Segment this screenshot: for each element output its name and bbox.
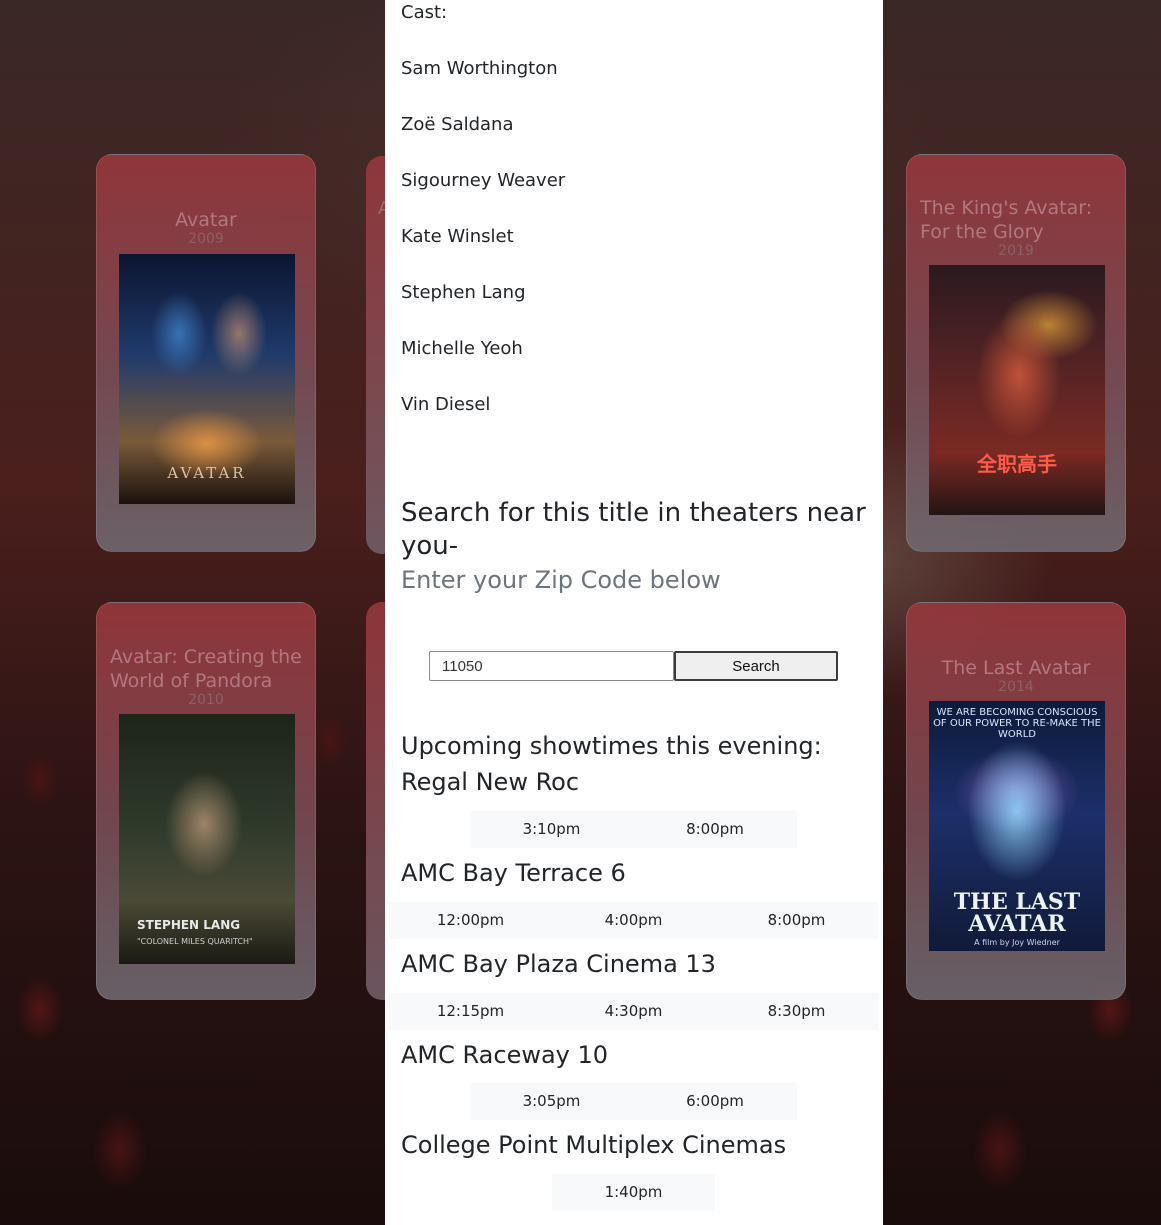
theater-name: AMC Bay Plaza Cinema 13 xyxy=(401,950,716,978)
theater-name: Regal New Roc xyxy=(401,768,580,796)
cast-member: Michelle Yeoh xyxy=(401,338,523,359)
showtime-button[interactable]: 6:00pm xyxy=(633,1083,797,1120)
movie-poster-image[interactable]: STEPHEN LANG "COLONEL MILES QUARITCH" xyxy=(119,714,295,964)
movie-card-year: 2010 xyxy=(188,692,224,708)
theater-name: College Point Multiplex Cinemas xyxy=(401,1131,787,1159)
search-button[interactable]: Search xyxy=(674,651,838,681)
poster-title-text: AVATAR xyxy=(167,464,247,482)
poster-tagline-text: WE ARE BECOMING CONSCIOUS OF OUR POWER T… xyxy=(933,707,1101,740)
movie-card-year: 2019 xyxy=(998,243,1034,259)
movie-card-year: 2009 xyxy=(188,231,224,247)
movie-card-avatar[interactable]: Avatar 2009 AVATAR xyxy=(96,154,316,552)
movie-card-title: Avatar xyxy=(175,209,237,231)
movie-card-title: Avatar: Creating the World of Pandora xyxy=(110,646,302,692)
movie-card-title: The Last Avatar xyxy=(941,657,1091,679)
cast-member: Kate Winslet xyxy=(401,226,514,247)
movie-poster-image[interactable]: AVATAR xyxy=(119,254,295,504)
showtime-button[interactable]: 3:05pm xyxy=(470,1083,633,1120)
movie-card-title: The King's Avatar: For the Glory xyxy=(920,197,1093,243)
showtime-button[interactable]: 12:15pm xyxy=(389,993,552,1030)
zip-code-input[interactable] xyxy=(429,651,674,681)
movie-detail-modal: Cast: Sam Worthington Zoë Saldana Sigour… xyxy=(385,0,883,1225)
movie-card-kings-avatar[interactable]: The King's Avatar: For the Glory 2019 全职… xyxy=(906,154,1126,552)
theater-name: AMC Bay Terrace 6 xyxy=(401,859,626,887)
zip-code-prompt: Enter your Zip Code below xyxy=(401,566,721,594)
poster-subtitle-text: "COLONEL MILES QUARITCH" xyxy=(137,937,253,946)
showtime-button[interactable]: 4:00pm xyxy=(552,902,715,939)
cast-member: Stephen Lang xyxy=(401,282,526,303)
cast-member: Sigourney Weaver xyxy=(401,170,566,191)
cast-member: Sam Worthington xyxy=(401,58,558,79)
showtime-button[interactable]: 3:10pm xyxy=(470,811,633,848)
poster-title-text: THE LAST AVATAR xyxy=(953,889,1081,937)
movie-poster-image[interactable]: 全职高手 xyxy=(929,265,1105,515)
theater-name: AMC Raceway 10 xyxy=(401,1041,609,1069)
showtimes-heading: Upcoming showtimes this evening: xyxy=(401,732,822,760)
theater-search-heading: Search for this title in theaters near y… xyxy=(401,498,866,561)
cast-member: Zoë Saldana xyxy=(401,114,514,135)
poster-title-text: STEPHEN LANG xyxy=(137,918,241,932)
showtime-button[interactable]: 1:40pm xyxy=(552,1174,715,1211)
cast-member: Vin Diesel xyxy=(401,394,491,415)
cast-label: Cast: xyxy=(401,2,448,23)
showtime-button[interactable]: 4:30pm xyxy=(552,993,715,1030)
showtime-button[interactable]: 8:00pm xyxy=(633,811,797,848)
poster-credit-text: A film by Joy Wiedner xyxy=(974,938,1060,947)
movie-card-pandora[interactable]: Avatar: Creating the World of Pandora 20… xyxy=(96,602,316,1000)
movie-card-year: 2014 xyxy=(998,679,1034,695)
movie-card-last-avatar[interactable]: The Last Avatar 2014 WE ARE BECOMING CON… xyxy=(906,602,1126,1000)
poster-title-text: 全职高手 xyxy=(977,452,1057,476)
movie-poster-image[interactable]: WE ARE BECOMING CONSCIOUS OF OUR POWER T… xyxy=(929,701,1105,951)
showtime-button[interactable]: 12:00pm xyxy=(389,902,552,939)
showtime-button[interactable]: 8:00pm xyxy=(715,902,878,939)
showtime-button[interactable]: 8:30pm xyxy=(715,993,878,1030)
